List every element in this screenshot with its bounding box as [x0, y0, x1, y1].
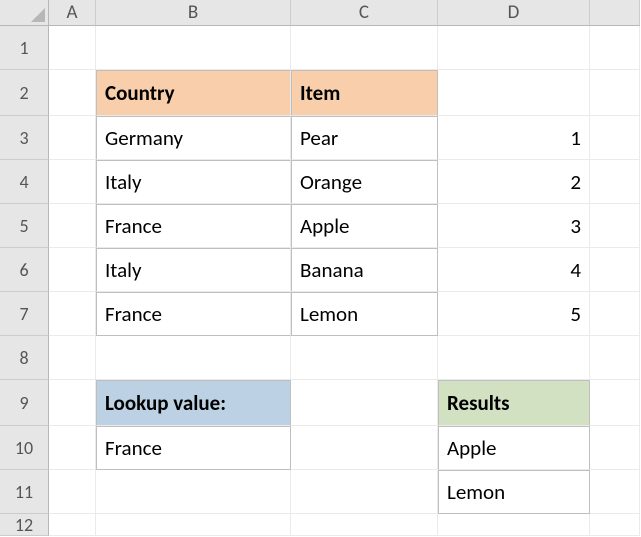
empty-cell[interactable]	[49, 26, 96, 70]
row-header[interactable]: 12	[0, 514, 49, 536]
empty-cell[interactable]	[291, 470, 438, 514]
lookup-value[interactable]: France	[96, 426, 291, 470]
column-header[interactable]: A	[49, 0, 96, 26]
empty-cell[interactable]	[590, 204, 640, 248]
cell-number[interactable]: 4	[438, 248, 590, 292]
empty-cell[interactable]	[590, 248, 640, 292]
cell-item[interactable]: Orange	[291, 160, 438, 204]
row-header[interactable]: 6	[0, 248, 49, 292]
empty-cell[interactable]	[49, 336, 96, 380]
cell-item[interactable]: Apple	[291, 204, 438, 248]
cell-country[interactable]: France	[96, 292, 291, 336]
results-header[interactable]: Results	[438, 380, 590, 426]
cell-number[interactable]: 3	[438, 204, 590, 248]
spreadsheet[interactable]: ABCD 123456789101112 Country Item German…	[0, 0, 641, 537]
empty-cell[interactable]	[590, 380, 640, 426]
column-header[interactable]: D	[438, 0, 590, 26]
row-header[interactable]: 11	[0, 470, 49, 514]
row-header[interactable]: 8	[0, 336, 49, 380]
column-header[interactable]	[590, 0, 640, 26]
empty-cell[interactable]	[49, 514, 96, 536]
row-header[interactable]: 5	[0, 204, 49, 248]
empty-cell[interactable]	[49, 470, 96, 514]
empty-cell[interactable]	[96, 336, 291, 380]
row-headers: 123456789101112	[0, 26, 49, 536]
select-all-corner[interactable]	[0, 0, 49, 26]
empty-cell[interactable]	[590, 292, 640, 336]
cell-item[interactable]: Banana	[291, 248, 438, 292]
empty-cell[interactable]	[291, 514, 438, 536]
empty-cell[interactable]	[590, 426, 640, 470]
column-header[interactable]: C	[291, 0, 438, 26]
empty-cell[interactable]	[291, 426, 438, 470]
empty-cell[interactable]	[438, 514, 590, 536]
empty-cell[interactable]	[49, 160, 96, 204]
empty-cell[interactable]	[590, 160, 640, 204]
empty-cell[interactable]	[590, 514, 640, 536]
cell-item[interactable]: Lemon	[291, 292, 438, 336]
result-cell[interactable]: Apple	[438, 426, 590, 470]
row-header[interactable]: 3	[0, 116, 49, 160]
empty-cell[interactable]	[96, 26, 291, 70]
table-header-country[interactable]: Country	[96, 70, 291, 116]
empty-cell[interactable]	[590, 70, 640, 116]
empty-cell[interactable]	[49, 116, 96, 160]
cell-number[interactable]: 5	[438, 292, 590, 336]
row-header[interactable]: 1	[0, 26, 49, 70]
select-all-triangle-icon	[31, 8, 45, 22]
row-header[interactable]: 9	[0, 380, 49, 426]
empty-cell[interactable]	[438, 70, 590, 116]
lookup-label[interactable]: Lookup value:	[96, 380, 291, 426]
empty-cell[interactable]	[49, 380, 96, 426]
table-header-item[interactable]: Item	[291, 70, 438, 116]
cell-country[interactable]: Germany	[96, 116, 291, 160]
empty-cell[interactable]	[291, 336, 438, 380]
column-header[interactable]: B	[96, 0, 291, 26]
empty-cell[interactable]	[438, 336, 590, 380]
cell-country[interactable]: Italy	[96, 248, 291, 292]
column-headers: ABCD	[49, 0, 640, 26]
empty-cell[interactable]	[590, 336, 640, 380]
result-cell[interactable]: Lemon	[438, 470, 590, 514]
row-header[interactable]: 10	[0, 426, 49, 470]
empty-cell[interactable]	[291, 380, 438, 426]
empty-cell[interactable]	[49, 426, 96, 470]
cell-number[interactable]: 2	[438, 160, 590, 204]
empty-cell[interactable]	[96, 470, 291, 514]
empty-cell[interactable]	[590, 26, 640, 70]
empty-cell[interactable]	[49, 292, 96, 336]
empty-cell[interactable]	[49, 70, 96, 116]
empty-cell[interactable]	[438, 26, 590, 70]
row-header[interactable]: 7	[0, 292, 49, 336]
cell-item[interactable]: Pear	[291, 116, 438, 160]
cell-number[interactable]: 1	[438, 116, 590, 160]
empty-cell[interactable]	[590, 470, 640, 514]
row-header[interactable]: 2	[0, 70, 49, 116]
empty-cell[interactable]	[590, 116, 640, 160]
empty-cell[interactable]	[96, 514, 291, 536]
cell-country[interactable]: France	[96, 204, 291, 248]
empty-cell[interactable]	[49, 204, 96, 248]
cell-country[interactable]: Italy	[96, 160, 291, 204]
row-header[interactable]: 4	[0, 160, 49, 204]
empty-cell[interactable]	[291, 26, 438, 70]
empty-cell[interactable]	[49, 248, 96, 292]
